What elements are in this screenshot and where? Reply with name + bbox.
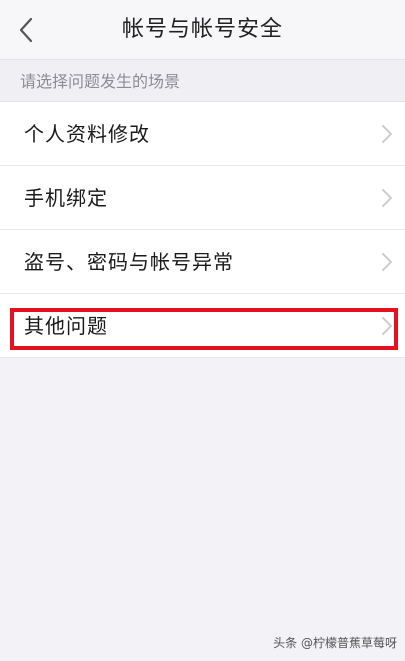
section-header: 请选择问题发生的场景 bbox=[0, 60, 405, 102]
list-item-label: 个人资料修改 bbox=[24, 122, 150, 146]
chevron-right-icon bbox=[382, 125, 392, 143]
list-item-label: 手机绑定 bbox=[24, 186, 108, 210]
list-item-phone-binding[interactable]: 手机绑定 bbox=[0, 166, 405, 230]
list-item-account-theft[interactable]: 盗号、密码与帐号异常 bbox=[0, 230, 405, 294]
problem-list: 个人资料修改 手机绑定 盗号、密码与帐号异常 其他问题 bbox=[0, 102, 405, 358]
list-item-other-issues[interactable]: 其他问题 bbox=[0, 294, 405, 358]
page-title: 帐号与帐号安全 bbox=[121, 17, 283, 42]
list-item-profile-edit[interactable]: 个人资料修改 bbox=[0, 102, 405, 166]
navigation-bar: 帐号与帐号安全 bbox=[0, 0, 405, 60]
chevron-right-icon bbox=[382, 189, 392, 207]
watermark: 头条 @柠檬普蕉草莓呀 bbox=[273, 636, 397, 650]
list-item-label: 盗号、密码与帐号异常 bbox=[24, 250, 234, 274]
list-item-label: 其他问题 bbox=[24, 314, 108, 338]
chevron-right-icon bbox=[382, 317, 392, 335]
chevron-right-icon bbox=[382, 253, 392, 271]
